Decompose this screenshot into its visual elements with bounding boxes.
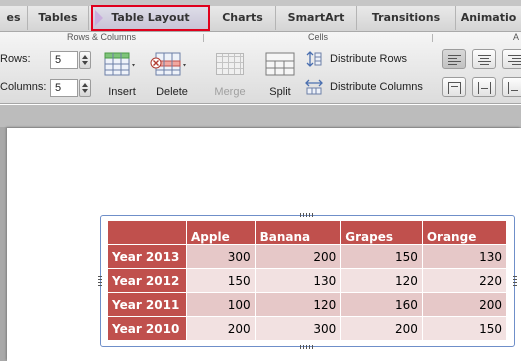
table-header-grapes[interactable]: Grapes	[340, 220, 423, 245]
table-cell[interactable]: 300	[186, 244, 256, 269]
distribute-rows-label: Distribute Rows	[330, 53, 408, 65]
distribute-columns-label: Distribute Columns	[330, 81, 423, 93]
resize-handle-left[interactable]	[98, 274, 102, 286]
tab-transitions[interactable]: Transitions	[357, 6, 456, 30]
table-header-corner[interactable]	[107, 220, 187, 245]
row-label[interactable]: Year 2010	[107, 316, 187, 341]
resize-handle-bottom[interactable]	[300, 345, 314, 349]
group-label-cells: Cells	[307, 32, 328, 42]
rows-stepper[interactable]	[79, 51, 91, 69]
row-label[interactable]: Year 2011	[107, 292, 187, 317]
insert-table-icon	[104, 52, 135, 76]
merge-label: Merge	[214, 86, 246, 98]
table-row: Year 2010 200 300 200 150	[107, 316, 508, 341]
align-middle-button[interactable]	[472, 77, 496, 97]
table-cell[interactable]: 160	[340, 292, 423, 317]
table-cell[interactable]: 130	[254, 268, 342, 293]
ribbon-tab-bar: es Tables Table Layout Charts SmartArt T…	[0, 0, 521, 32]
data-table[interactable]: Apple Banana Grapes Orange Year 2013 300…	[107, 220, 508, 341]
table-cell[interactable]: 130	[421, 244, 508, 269]
tab-animations[interactable]: Animatio	[456, 6, 521, 30]
group-label-alignment: A	[512, 32, 519, 42]
table-header-row: Apple Banana Grapes Orange	[107, 220, 508, 245]
table-cell[interactable]: 200	[254, 244, 342, 269]
table-cell[interactable]: 200	[186, 316, 256, 341]
table-row: Year 2013 300 200 150 130	[107, 244, 508, 269]
table-cell[interactable]: 150	[340, 244, 423, 269]
stepper-up-icon	[82, 83, 88, 87]
row-label[interactable]: Year 2013	[107, 244, 187, 269]
rows-label: Rows:	[0, 53, 31, 65]
columns-label: Columns:	[0, 81, 47, 93]
table-cell[interactable]: 150	[421, 316, 508, 341]
merge-button[interactable]: Merge	[208, 46, 252, 100]
tab-tables[interactable]: Tables	[28, 6, 89, 30]
delete-label: Delete	[156, 86, 188, 98]
distribute-columns-button[interactable]: Distribute Columns	[305, 78, 430, 98]
insert-button[interactable]: Insert	[100, 46, 144, 100]
tab-table-layout-label: Table Layout	[111, 11, 190, 24]
split-label: Split	[269, 86, 291, 98]
stepper-up-icon	[82, 55, 88, 59]
table-cell[interactable]: 120	[254, 292, 342, 317]
table-row: Year 2012 150 130 120 220	[107, 268, 508, 293]
align-right-button[interactable]	[502, 49, 521, 69]
insert-label: Insert	[108, 86, 136, 98]
align-left-button[interactable]	[442, 49, 466, 69]
columns-stepper[interactable]	[79, 79, 91, 97]
stepper-down-icon	[82, 89, 88, 93]
table-cell[interactable]: 120	[340, 268, 423, 293]
table-header-apple[interactable]: Apple	[186, 220, 256, 245]
align-top-button[interactable]	[442, 77, 466, 97]
tab-charts[interactable]: Charts	[210, 6, 276, 30]
columns-field[interactable]: 5	[50, 79, 78, 97]
table-cell[interactable]: 220	[421, 268, 508, 293]
row-label[interactable]: Year 2012	[107, 268, 187, 293]
group-label-rows-columns: Rows & Columns	[66, 32, 137, 42]
table-cell[interactable]: 200	[340, 316, 423, 341]
table-row: Year 2011 100 120 160 200	[107, 292, 508, 317]
distribute-rows-button[interactable]: Distribute Rows	[305, 50, 430, 70]
tab-themes[interactable]: es	[0, 6, 28, 30]
slide-gutter	[0, 105, 521, 127]
table-cell[interactable]: 100	[186, 292, 256, 317]
table-cell[interactable]: 150	[186, 268, 256, 293]
resize-handle-right[interactable]	[513, 274, 517, 286]
resize-handle-top[interactable]	[300, 213, 314, 217]
split-cells-icon	[265, 52, 295, 76]
delete-button[interactable]: Delete	[148, 46, 196, 100]
tab-indicator-arrow	[95, 10, 103, 26]
table-cell[interactable]: 200	[421, 292, 508, 317]
rows-field[interactable]: 5	[50, 51, 78, 69]
ribbon: Rows & Columns Cells A Rows: 5 Columns: …	[0, 32, 521, 104]
stepper-down-icon	[82, 61, 88, 65]
merge-cells-icon	[216, 53, 244, 75]
delete-table-icon	[150, 52, 186, 76]
table-header-orange[interactable]: Orange	[421, 220, 508, 245]
distribute-rows-icon	[306, 51, 322, 67]
split-button[interactable]: Split	[258, 46, 302, 100]
align-bottom-button[interactable]	[502, 77, 521, 97]
distribute-columns-icon	[305, 79, 323, 95]
tab-smartart[interactable]: SmartArt	[276, 6, 357, 30]
table-header-banana[interactable]: Banana	[254, 220, 342, 245]
table-cell[interactable]: 300	[254, 316, 342, 341]
align-center-button[interactable]	[472, 49, 496, 69]
tab-table-layout[interactable]: Table Layout	[91, 5, 210, 31]
